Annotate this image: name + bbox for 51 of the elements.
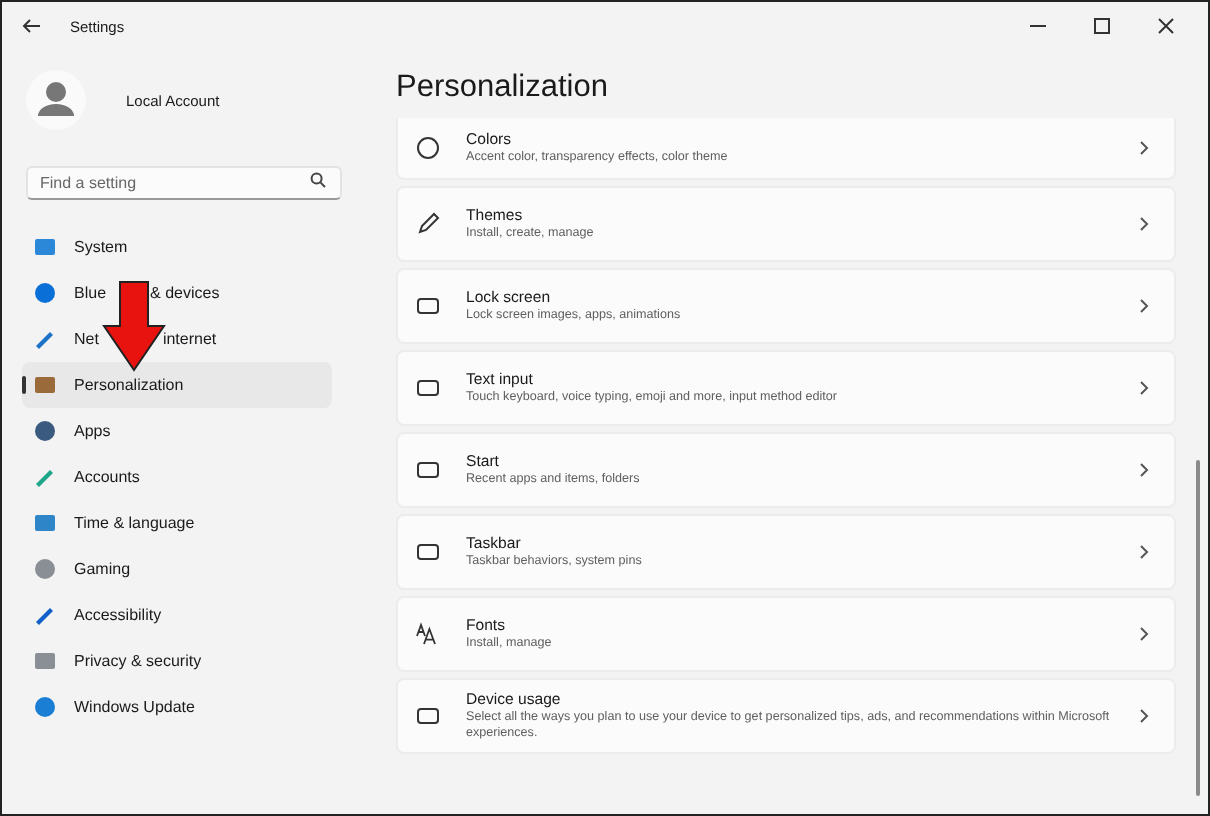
category-icon: [34, 512, 56, 534]
chevron-icon: [1138, 298, 1150, 314]
chevron-icon: [1138, 216, 1150, 232]
sidebar-item[interactable]: Time & language: [22, 500, 332, 546]
scrollbar[interactable]: [1196, 460, 1200, 796]
sidebar-item[interactable]: Accessibility: [22, 592, 332, 638]
sidebar-item[interactable]: System: [22, 224, 332, 270]
setting-icon: [416, 376, 440, 400]
sidebar-label: internet: [162, 330, 217, 348]
chevron-icon: [1138, 626, 1150, 642]
search-field[interactable]: Find a setting: [26, 166, 342, 200]
setting-icon: [416, 704, 440, 728]
chevron-icon: [1138, 544, 1150, 560]
search-icon: [310, 171, 326, 187]
setting-icon: [416, 212, 440, 236]
chevron-icon: [1138, 708, 1150, 724]
category-icon: [34, 374, 56, 396]
category-icon: [34, 236, 56, 258]
sidebar-item[interactable]: Privacy & security: [22, 638, 332, 684]
back-icon[interactable]: [22, 18, 42, 34]
category-icon: [34, 604, 56, 626]
sidebar-item[interactable]: Apps: [22, 408, 332, 454]
setting-icon: [416, 622, 440, 646]
category-icon: [34, 558, 56, 580]
pointer-arrow: [102, 280, 166, 372]
setting-icon: [416, 136, 440, 160]
setting-icon: [416, 294, 440, 318]
sidebar-label: Net: [74, 330, 99, 348]
sidebar-item[interactable]: Personalization: [22, 362, 332, 408]
chevron-icon: [1138, 462, 1150, 478]
setting-icon: [416, 540, 440, 564]
page-title: Personalization: [396, 70, 610, 108]
sidebar-label: Blue: [74, 284, 107, 302]
chevron-icon: [1138, 140, 1150, 156]
setting-icon: [416, 458, 440, 482]
category-icon: [34, 696, 56, 718]
maximize-icon[interactable]: [1092, 16, 1112, 36]
close-icon[interactable]: [1156, 16, 1176, 36]
sidebar-label: & devices: [150, 284, 220, 302]
category-icon: [34, 650, 56, 672]
sidebar-item[interactable]: Accounts: [22, 454, 332, 500]
chevron-icon: [1138, 380, 1150, 396]
category-icon: [34, 466, 56, 488]
sidebar-item[interactable]: Net internet: [22, 316, 332, 362]
sidebar-item[interactable]: Gaming: [22, 546, 332, 592]
sidebar-item[interactable]: Blue & devices: [22, 270, 332, 316]
category-icon: [34, 282, 56, 304]
category-icon: [34, 328, 56, 350]
category-icon: [34, 420, 56, 442]
sidebar-item[interactable]: Windows Update: [22, 684, 332, 730]
avatar-icon: [26, 70, 86, 130]
